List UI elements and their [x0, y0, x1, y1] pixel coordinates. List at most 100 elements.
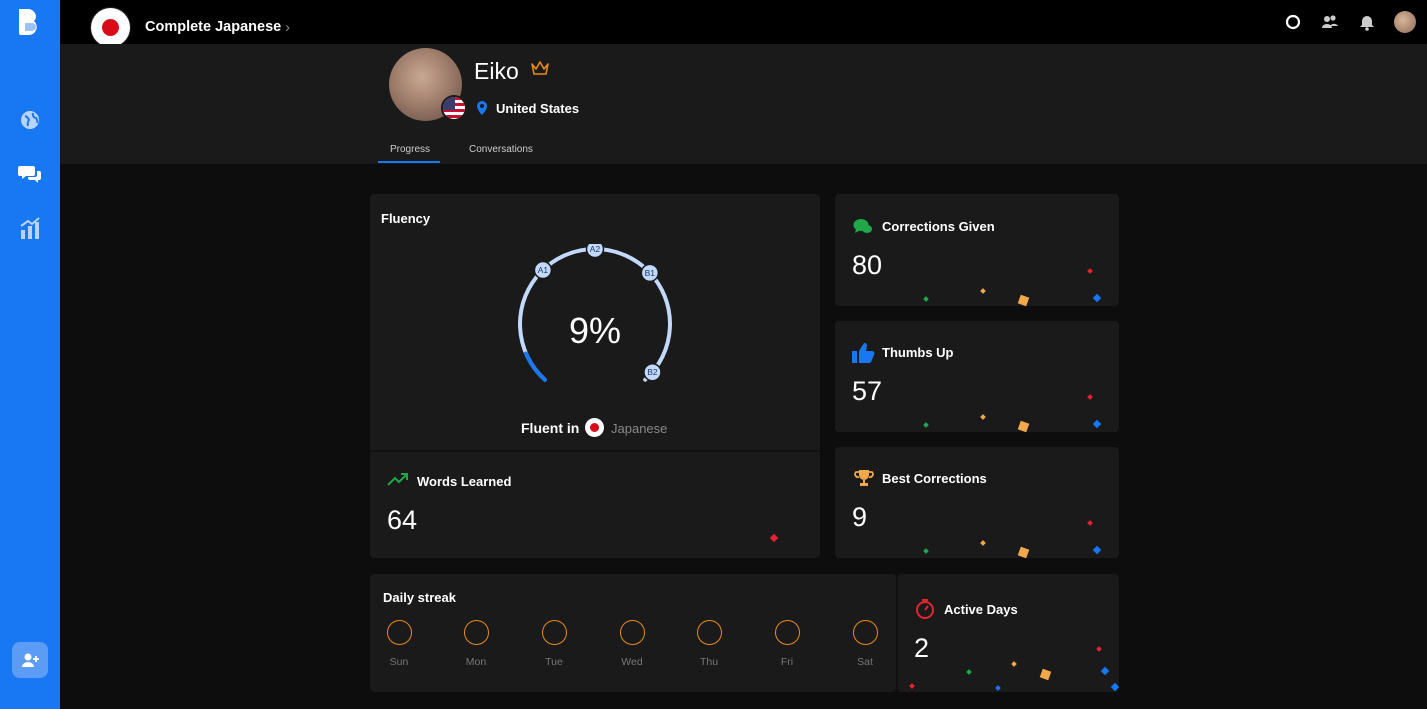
- streak-day-fri: Fri: [772, 620, 802, 668]
- globe-icon[interactable]: [17, 107, 43, 133]
- confetti: [909, 683, 915, 689]
- active-days-value: 2: [914, 633, 930, 663]
- app-logo[interactable]: [16, 7, 46, 37]
- confetti: [1039, 668, 1052, 681]
- gauge-level-label: B1: [645, 268, 656, 278]
- fluent-in-label: Fluent in: [521, 420, 580, 436]
- day-label: Tue: [545, 656, 563, 668]
- add-user-icon: [22, 653, 39, 667]
- streak-ring: [619, 620, 645, 645]
- daily-streak-title: Daily streak: [383, 590, 456, 605]
- best-corrections-card: Best Corrections 9: [835, 447, 1119, 559]
- circle-icon[interactable]: [1283, 12, 1303, 32]
- streak-day-tue: Tue: [539, 620, 569, 668]
- streak-ring: [463, 620, 489, 645]
- confetti: [1017, 294, 1030, 307]
- users-icon[interactable]: [1320, 12, 1340, 32]
- gauge-level-label: B2: [647, 367, 658, 377]
- confetti: [1011, 661, 1017, 667]
- profile-location: United States: [496, 101, 580, 116]
- confetti: [995, 685, 1001, 691]
- fluency-percent: 9%: [568, 310, 622, 351]
- gauge-fill: [524, 351, 547, 382]
- active-days-title: Active Days: [944, 602, 1018, 617]
- add-user-button[interactable]: [12, 642, 48, 678]
- thumbs-up-title: Thumbs Up: [882, 345, 954, 360]
- japan-flag-icon: [585, 418, 604, 437]
- bell-icon[interactable]: [1357, 12, 1377, 32]
- trophy-icon: [854, 469, 874, 492]
- corrections-given-title: Corrections Given: [882, 219, 995, 234]
- fluency-language: Japanese: [611, 421, 668, 436]
- confetti: [980, 540, 986, 546]
- words-learned-title: Words Learned: [417, 474, 512, 489]
- best-corrections-value: 9: [852, 502, 868, 532]
- thumbs-up-value: 57: [852, 376, 883, 406]
- streak-ring: [541, 620, 567, 645]
- confetti: [1092, 293, 1102, 303]
- streak-ring: [852, 620, 878, 645]
- trending-up-icon: [387, 473, 409, 492]
- confetti: [923, 422, 929, 428]
- speech-bubbles-icon: [853, 218, 873, 241]
- streak-ring: [386, 620, 412, 645]
- us-flag-icon: [441, 95, 467, 121]
- streak-ring: [774, 620, 800, 645]
- streak-day-mon: Mon: [461, 620, 491, 668]
- tab-conversations[interactable]: Conversations: [469, 144, 533, 155]
- course-flag-button[interactable]: [91, 8, 130, 47]
- streak-day-sun: Sun: [384, 620, 414, 668]
- sidebar: [0, 0, 60, 709]
- confetti: [1087, 394, 1093, 400]
- tab-progress[interactable]: Progress: [390, 144, 430, 155]
- user-avatar-button[interactable]: [1394, 11, 1416, 33]
- confetti: [1110, 682, 1120, 692]
- confetti: [769, 533, 779, 543]
- chevron-right-icon[interactable]: ›: [285, 19, 290, 36]
- gauge-level-label: A1: [538, 265, 549, 275]
- confetti: [1087, 268, 1093, 274]
- day-label: Wed: [621, 656, 643, 668]
- day-label: Sun: [389, 656, 409, 668]
- thumbs-up-card: Thumbs Up 57: [835, 321, 1119, 433]
- streak-day-thu: Thu: [694, 620, 724, 668]
- confetti: [1092, 545, 1102, 555]
- confetti: [1087, 520, 1093, 526]
- corrections-given-card: Corrections Given 80: [835, 194, 1119, 307]
- day-label: Sat: [857, 656, 873, 668]
- card-divider: [370, 450, 820, 452]
- stats-icon[interactable]: [17, 215, 43, 241]
- active-days-card: Active Days 2: [896, 574, 1120, 692]
- course-title[interactable]: Complete Japanese: [145, 19, 281, 35]
- confetti: [1096, 646, 1102, 652]
- confetti: [980, 288, 986, 294]
- confetti: [966, 669, 972, 675]
- streak-day-wed: Wed: [617, 620, 647, 668]
- confetti: [923, 548, 929, 554]
- best-corrections-title: Best Corrections: [882, 471, 987, 486]
- crown-icon: [530, 60, 550, 81]
- location-pin-icon: [476, 100, 488, 121]
- active-tab-indicator: [378, 161, 440, 163]
- stopwatch-icon: [915, 598, 935, 625]
- confetti: [980, 414, 986, 420]
- top-bar: Complete Japanese ›: [60, 0, 1427, 47]
- day-label: Mon: [465, 656, 487, 668]
- japan-flag-icon: [102, 19, 119, 36]
- day-label: Thu: [699, 656, 719, 668]
- streak-day-sat: Sat: [850, 620, 880, 668]
- gauge-level-label: A2: [590, 244, 601, 254]
- profile-name: Eiko: [474, 58, 519, 84]
- fluency-card: Fluency A1 A2 B1 B2 9% Fluent in Japanese W…: [370, 194, 820, 558]
- fluency-title: Fluency: [381, 211, 431, 226]
- confetti: [1017, 420, 1030, 433]
- streak-ring: [696, 620, 722, 645]
- words-learned-value: 64: [387, 505, 418, 535]
- thumbs-up-icon: [851, 342, 875, 369]
- corrections-given-value: 80: [852, 250, 883, 280]
- confetti: [1100, 666, 1110, 676]
- confetti: [1017, 546, 1030, 559]
- profile-header: Eiko United States Progress Conversation…: [60, 44, 1427, 164]
- day-label: Fri: [780, 656, 794, 668]
- chat-icon[interactable]: [17, 161, 43, 187]
